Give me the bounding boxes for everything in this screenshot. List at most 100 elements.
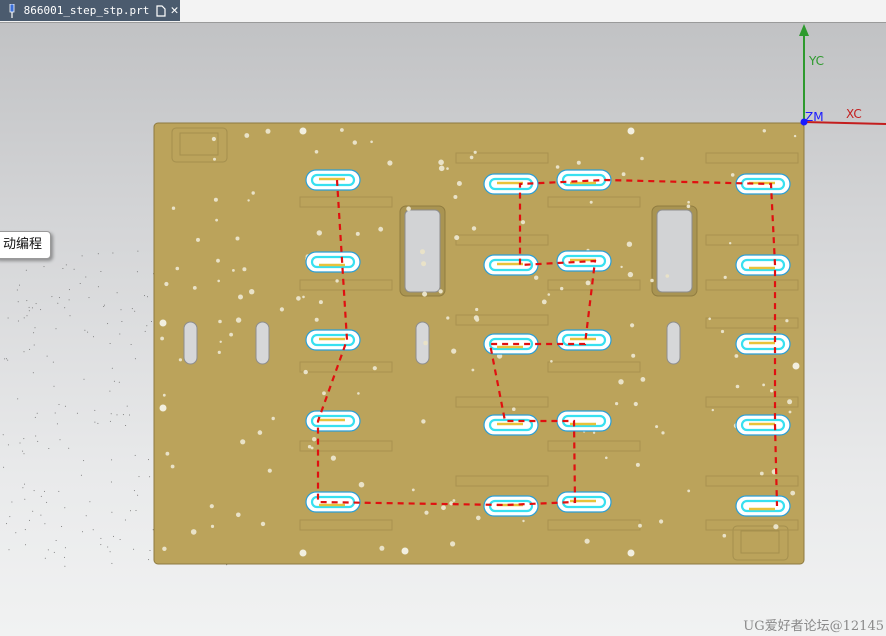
noise-dot (44, 557, 46, 559)
noise-dot (35, 435, 37, 437)
noise-dot (34, 327, 36, 329)
hole (244, 133, 250, 138)
noise-dot (29, 348, 31, 350)
noise-dot (33, 490, 35, 492)
slot-outline (735, 495, 791, 517)
noise-dot (47, 549, 49, 551)
hole (210, 524, 215, 529)
noise-dot (35, 303, 37, 305)
hole (170, 464, 175, 469)
hole (730, 173, 735, 177)
noise-dot (17, 320, 19, 322)
hole (358, 481, 365, 488)
noise-dot (109, 420, 111, 422)
wcs-triad[interactable]: YC XC ZM (799, 24, 886, 126)
hole (454, 235, 460, 241)
hole (711, 408, 714, 412)
hole (471, 226, 477, 231)
noise-dot (133, 490, 135, 492)
hole (211, 136, 216, 142)
slot-outline (305, 251, 361, 273)
hole (618, 379, 624, 385)
hole (162, 393, 166, 397)
hole (541, 299, 547, 305)
hole (453, 195, 458, 199)
hole (372, 366, 377, 371)
hole (687, 200, 690, 204)
hole (387, 160, 393, 166)
noise-dot (22, 487, 24, 489)
slot-pocket (305, 410, 361, 432)
hole (787, 399, 793, 405)
hole (314, 150, 319, 154)
slot-pocket (483, 495, 539, 517)
noise-dot (121, 321, 123, 322)
noise-dot (34, 416, 36, 418)
hole (238, 294, 243, 300)
slot-pocket (305, 251, 361, 273)
noise-dot (7, 444, 9, 446)
noise-dot (17, 301, 19, 303)
noise-dot (88, 297, 90, 299)
hole (303, 369, 308, 375)
noise-dot (148, 559, 150, 561)
noise-dot (111, 367, 113, 369)
hole (640, 156, 644, 161)
noise-dot (107, 323, 109, 325)
noise-dot (33, 332, 35, 334)
hole (357, 392, 360, 395)
hole (659, 519, 664, 524)
noise-dot (93, 336, 94, 338)
hole (411, 488, 415, 492)
hole (175, 266, 180, 271)
noise-dot (79, 283, 81, 284)
noise-dot (146, 325, 148, 327)
hole (615, 402, 619, 406)
hole (421, 261, 427, 267)
hole (708, 317, 711, 321)
hole (626, 241, 633, 247)
hole (215, 218, 219, 222)
hole (585, 280, 591, 286)
noise-dot (85, 276, 87, 278)
noise-dot (58, 404, 60, 405)
noise-dot (46, 355, 48, 357)
hole (793, 134, 797, 138)
noise-dot (61, 526, 63, 527)
noise-dot (137, 250, 139, 252)
noise-dot (107, 546, 109, 548)
noise-dot (36, 412, 38, 414)
noise-dot (84, 329, 86, 331)
hole (219, 340, 222, 343)
hole (213, 197, 218, 202)
hole (196, 237, 200, 242)
hole (247, 199, 250, 202)
callout-text: 动编程 (3, 237, 43, 252)
document-tab[interactable]: 866001_step_stp.prt ✕ (0, 0, 180, 21)
noise-dot (92, 529, 94, 531)
noise-dot (144, 330, 146, 332)
graphics-viewport[interactable]: YC XC ZM (0, 22, 886, 636)
hole (720, 329, 725, 334)
pin-icon[interactable] (6, 3, 19, 18)
noise-dot (97, 422, 99, 424)
hole (790, 490, 796, 496)
noise-dot (151, 321, 152, 322)
noise-dot (116, 292, 118, 294)
document-tab-bar: 866001_step_stp.prt ✕ (0, 0, 886, 23)
noise-dot (68, 447, 70, 449)
close-icon[interactable]: ✕ (169, 3, 180, 18)
hole (178, 358, 182, 362)
noise-dot (103, 304, 105, 306)
noise-dot (52, 361, 54, 363)
large-hole (627, 549, 635, 557)
hole (650, 278, 654, 283)
noise-dot (122, 414, 124, 416)
operation-callout[interactable]: 动编程 (0, 231, 52, 259)
hole (729, 242, 732, 245)
noise-dot (32, 510, 34, 512)
hole (584, 538, 590, 544)
document-icon[interactable] (155, 4, 166, 18)
workpiece-plate[interactable] (153, 122, 805, 565)
hole (633, 401, 638, 407)
